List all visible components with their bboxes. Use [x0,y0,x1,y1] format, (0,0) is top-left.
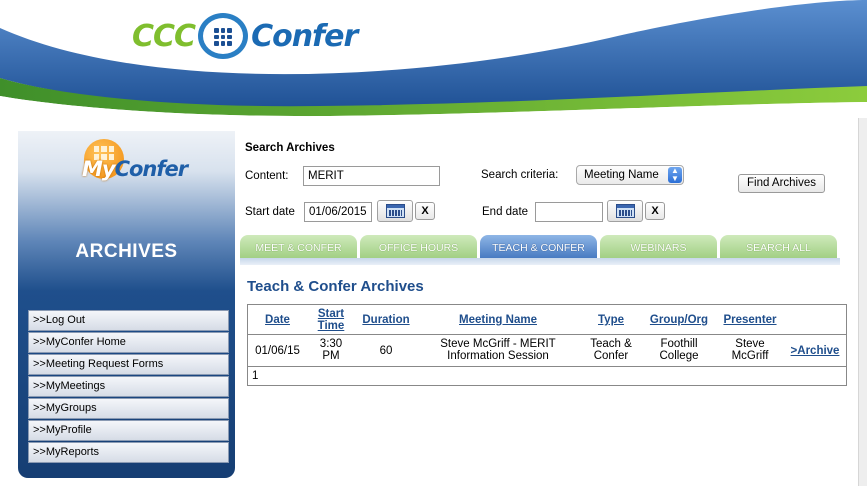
cell-start-time-line1: 3:30 [319,338,343,350]
search-criteria-label: Search criteria: [481,169,559,181]
search-criteria-select[interactable]: Meeting Name ▲ ▼ [576,165,684,185]
column-header-start-time-line1: Start [317,308,345,320]
table-pager-row: 1 [248,367,846,385]
start-date-input[interactable]: 01/06/2015 [304,202,372,222]
cell-group-org-line2: College [659,350,699,362]
myconfer-logo-confer: Confer [114,157,189,181]
header-banner: CCC Confer [0,0,867,118]
tab-underline [240,258,840,265]
select-arrows-icon: ▲ ▼ [668,167,682,183]
column-header-presenter[interactable]: Presenter [716,314,784,326]
cell-meeting-name: Steve McGriff - MERIT Information Sessio… [420,338,576,362]
logo-ccc-text: CCC [132,18,196,54]
cell-type-line2: Confer [593,350,629,362]
cell-start-time: 3:30 PM [310,338,352,362]
column-header-meeting-name[interactable]: Meeting Name [420,314,576,326]
column-header-start-time-line2: Time [317,320,345,332]
start-date-calendar-button[interactable] [377,200,413,222]
nav-myreports[interactable]: >>MyReports [28,442,229,463]
cell-start-time-line2: PM [322,350,340,362]
header-wave-graphic [0,0,867,118]
cell-type-line1: Teach & [590,338,632,350]
end-date-clear-button[interactable]: X [645,202,665,220]
column-header-date[interactable]: Date [250,314,305,326]
table-row: 01/06/15 3:30 PM 60 Steve McGriff - MERI… [248,335,846,367]
calendar-icon [386,204,405,218]
search-criteria-value: Meeting Name [584,169,659,181]
nav-myconfer-home[interactable]: >>MyConfer Home [28,332,229,353]
column-header-duration[interactable]: Duration [354,314,418,326]
cell-meeting-name-line1: Steve McGriff - MERIT [440,338,556,350]
content-label: Content: [245,170,289,182]
sidebar-title: ARCHIVES [75,241,178,262]
ccc-confer-logo: CCC Confer [132,13,358,59]
end-date-input[interactable] [535,202,603,222]
sidebar: MyConfer ARCHIVES >>Log Out >>MyConfer H… [18,131,235,478]
page-scrollbar[interactable] [858,118,867,486]
page: CCC Confer MyConfer ARCHIVES >>Log Out >… [0,0,867,486]
start-date-clear-button[interactable]: X [415,202,435,220]
column-header-start-time[interactable]: Start Time [310,308,352,332]
archives-heading: Teach & Confer Archives [247,278,424,295]
pager-page-1[interactable]: 1 [252,370,258,382]
archives-table: Date Start Time Duration Meeting Name Ty… [247,304,847,386]
cell-presenter-line2: McGriff [731,350,769,362]
search-title: Search Archives [245,142,335,154]
column-header-type[interactable]: Type [583,314,639,326]
cell-presenter: Steve McGriff [716,338,784,362]
myconfer-logo-my: My [82,157,116,181]
cell-meeting-name-line2: Information Session [447,350,549,362]
logo-confer-text: Confer [251,18,358,54]
logo-grid-icon [198,13,249,59]
cell-group-org-line1: Foothill [660,338,698,350]
cell-group-org: Foothill College [644,338,714,362]
calendar-icon [616,204,635,218]
cell-presenter-line1: Steve [735,338,765,350]
archive-link[interactable]: >Archive [784,345,846,357]
nav-mygroups[interactable]: >>MyGroups [28,398,229,419]
nav-myprofile[interactable]: >>MyProfile [28,420,229,441]
find-archives-button[interactable]: Find Archives [738,174,825,193]
content-input[interactable]: MERIT [303,166,440,186]
nav-log-out[interactable]: >>Log Out [28,310,229,331]
nav-mymeetings[interactable]: >>MyMeetings [28,376,229,397]
end-date-calendar-button[interactable] [607,200,643,222]
nav-meeting-request-forms[interactable]: >>Meeting Request Forms [28,354,229,375]
cell-duration: 60 [379,345,393,357]
column-header-group-org[interactable]: Group/Org [644,314,714,326]
end-date-label: End date [482,206,529,218]
cell-type: Teach & Confer [583,338,639,362]
cell-date: 01/06/15 [255,345,300,357]
myconfer-logo: MyConfer [82,139,188,197]
table-header-row: Date Start Time Duration Meeting Name Ty… [248,305,846,335]
sidebar-nav: >>Log Out >>MyConfer Home >>Meeting Requ… [28,310,229,464]
start-date-label: Start date [245,206,295,218]
